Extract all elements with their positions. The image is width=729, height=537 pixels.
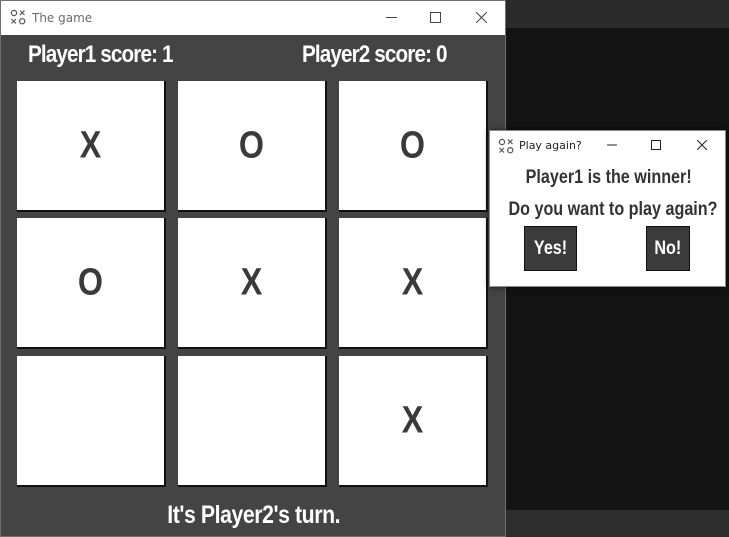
board-cell-1[interactable]: X bbox=[17, 81, 166, 212]
minimize-icon bbox=[386, 17, 397, 18]
minimize-button[interactable] bbox=[369, 1, 415, 35]
cell-mark: O bbox=[238, 124, 265, 166]
board-cell-9[interactable]: X bbox=[339, 356, 488, 487]
dialog-close-button[interactable] bbox=[683, 131, 723, 159]
cell-mark: X bbox=[401, 261, 424, 303]
turn-status: It's Player2's turn. bbox=[1, 501, 505, 530]
taskbar-strip bbox=[505, 510, 729, 537]
play-again-dialog: Play again? Player1 is the winner! Do yo… bbox=[489, 130, 726, 287]
minimize-icon bbox=[607, 144, 617, 146]
cell-mark: X bbox=[401, 399, 424, 441]
close-icon bbox=[697, 140, 707, 150]
no-button-label: No! bbox=[654, 237, 682, 259]
dialog-title: Play again? bbox=[519, 139, 582, 152]
board-cell-4[interactable]: O bbox=[17, 218, 166, 349]
cell-mark: X bbox=[240, 261, 263, 303]
cell-mark: O bbox=[77, 261, 104, 303]
maximize-icon bbox=[430, 12, 441, 23]
board-cell-8[interactable] bbox=[178, 356, 327, 487]
no-button[interactable]: No! bbox=[646, 226, 690, 271]
yes-button[interactable]: Yes! bbox=[524, 226, 577, 271]
close-icon bbox=[476, 12, 487, 23]
game-window: The game Player1 score: 1 Player2 score:… bbox=[0, 0, 506, 537]
dialog-maximize-button[interactable] bbox=[637, 131, 677, 159]
player1-score: Player1 score: 1 bbox=[28, 41, 173, 68]
board-cell-2[interactable]: O bbox=[178, 81, 327, 212]
cell-mark: X bbox=[79, 124, 102, 166]
maximize-button[interactable] bbox=[413, 1, 459, 35]
board-cell-7[interactable] bbox=[17, 356, 166, 487]
play-again-question: Do you want to play again? bbox=[490, 199, 727, 221]
player2-score: Player2 score: 0 bbox=[302, 41, 447, 68]
turn-status-text: It's Player2's turn. bbox=[167, 501, 341, 529]
game-window-title: The game bbox=[32, 11, 93, 25]
close-button[interactable] bbox=[459, 1, 505, 35]
maximize-icon bbox=[651, 140, 661, 150]
tic-tac-toe-icon bbox=[498, 138, 514, 154]
dialog-minimize-button[interactable] bbox=[593, 131, 633, 159]
board-cell-3[interactable]: O bbox=[339, 81, 488, 212]
winner-message: Player1 is the winner! bbox=[490, 167, 727, 189]
game-titlebar[interactable]: The game bbox=[1, 1, 505, 35]
winner-message-text: Player1 is the winner! bbox=[525, 167, 692, 188]
board-cell-5[interactable]: X bbox=[178, 218, 327, 349]
cell-mark: O bbox=[399, 124, 426, 166]
tic-tac-toe-icon bbox=[10, 9, 26, 25]
desktop-background-top bbox=[505, 0, 729, 28]
yes-button-label: Yes! bbox=[533, 237, 568, 259]
play-again-question-text: Do you want to play again? bbox=[508, 199, 718, 220]
board-cell-6[interactable]: X bbox=[339, 218, 488, 349]
